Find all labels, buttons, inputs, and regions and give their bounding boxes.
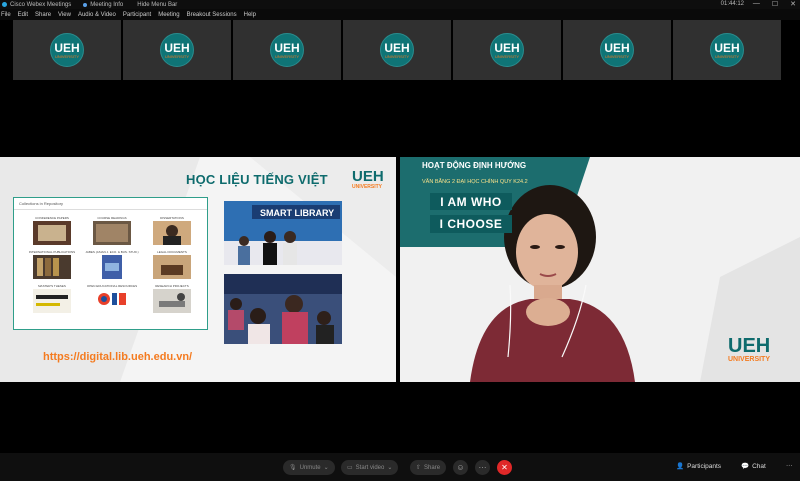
participant-tile[interactable]: UEH UNIVERSITY [453,20,561,80]
ueh-logo: UEH UNIVERSITY [352,168,384,190]
ueh-logo: UEH UNIVERSITY [728,335,771,363]
ueh-logo: UEH UNIVERSITY [710,33,744,67]
menu-edit[interactable]: Edit [18,12,28,18]
collection-item: COURSE READINGS [82,216,142,245]
end-call-icon: ✕ [501,463,508,472]
video-camera-icon: ▭ [347,465,353,471]
collection-item: RESEARCH PROJECTS [142,284,202,313]
maximize-icon[interactable]: ☐ [772,0,778,8]
smart-library-sign: SMART LIBRARY [260,208,334,218]
menu-bar: File Edit Share View Audio & Video Parti… [0,9,800,20]
participant-tile[interactable]: UEH UNIVERSITY [233,20,341,80]
unmute-button[interactable]: 🎙 Unmute ⌄ [283,460,335,475]
menu-meeting[interactable]: Meeting [158,12,179,18]
chat-button[interactable]: 💬 Chat [741,462,766,471]
library-url-link[interactable]: https://digital.lib.ueh.edu.vn/ [43,351,192,363]
ueh-logo: UEH UNIVERSITY [160,33,194,67]
more-icon: ··· [786,462,793,469]
collection-item: JABES (ASIAN J. ECO. & BUS. STUD.) [82,250,142,279]
meeting-info-button[interactable]: Meeting Info [83,2,123,8]
share-button[interactable]: ⇧ Share [410,460,447,475]
chat-icon: 💬 [741,463,750,470]
ueh-logo: UEH UNIVERSITY [50,33,84,67]
ueh-logo: UEH UNIVERSITY [380,33,414,67]
slide-title: HỌC LIỆU TIẾNG VIỆT [186,172,328,187]
close-icon[interactable]: ✕ [790,0,796,8]
minimize-icon[interactable]: — [753,0,760,8]
participant-strip: UEH UNIVERSITY UEH UNIVERSITY UEH UNIVERSIT… [13,20,783,80]
collection-item: LEGAL DOCUMENTS [142,250,202,279]
collection-item: DISSERTATIONS [142,216,202,245]
ueh-logo: UEH UNIVERSITY [270,33,304,67]
more-options-button[interactable]: ··· [475,460,490,475]
webex-logo-icon [2,2,7,7]
menu-view[interactable]: View [58,12,71,18]
reactions-button[interactable]: ☺ [453,460,468,475]
participants-icon: 👤 [676,463,685,470]
shared-content[interactable]: HỌC LIỆU TIẾNG VIỆT UEH UNIVERSITY Colle… [0,157,396,382]
banner-line-2: I CHOOSE [430,215,512,233]
collection-item: INTERNATIONAL PUBLICATIONS [22,250,82,279]
menu-audio-video[interactable]: Audio & Video [78,12,116,18]
meeting-timer: 01:44:12 [720,1,744,7]
end-meeting-button[interactable]: ✕ [497,460,512,475]
more-panels-button[interactable]: ··· [786,462,793,469]
menu-breakout-sessions[interactable]: Breakout Sessions [187,12,237,18]
title-bar: Cisco Webex Meetings Meeting Info Hide M… [0,0,800,9]
participant-tile[interactable]: UEH UNIVERSITY [13,20,121,80]
participant-tile[interactable]: UEH UNIVERSITY [563,20,671,80]
orientation-subheading: VĂN BẰNG 2 ĐẠI HỌC CHÍNH QUY K24.2 [422,179,528,185]
collection-item: MASTER'S THESES [22,284,82,313]
app-title: Cisco Webex Meetings [2,2,71,8]
collection-item: OPEN EDUCATIONAL RESOURCES (OERs) [82,284,142,313]
ueh-logo: UEH UNIVERSITY [490,33,524,67]
chevron-down-icon: ⌄ [387,465,393,471]
ueh-logo: UEH UNIVERSITY [600,33,634,67]
window-controls: — ☐ ✕ [753,0,796,8]
share-icon: ⇧ [416,465,422,471]
participant-tile[interactable]: UEH UNIVERSITY [343,20,451,80]
smiley-icon: ☺ [456,463,465,472]
menu-file[interactable]: File [1,12,11,18]
collection-item: CONFERENCE PAPERS [22,216,82,245]
hide-menu-bar-button[interactable]: Hide Menu Bar [137,2,177,8]
orientation-heading: HOẠT ĐỘNG ĐỊNH HƯỚNG [422,161,527,170]
repository-screenshot: Collections in Repository CONFERENCE PAP… [13,197,208,330]
chevron-down-icon: ⌄ [323,465,329,471]
menu-participant[interactable]: Participant [123,12,151,18]
library-photo: SMART LIBRARY [224,201,342,265]
shield-icon [83,2,88,7]
menu-share[interactable]: Share [35,12,51,18]
collection-grid: CONFERENCE PAPERS COURSE READINGS DISSER… [22,216,202,313]
microphone-muted-icon: 🎙 [289,465,297,471]
participants-button[interactable]: 👤 Participants [676,462,721,471]
more-icon: ··· [478,463,487,472]
participant-tile[interactable]: UEH UNIVERSITY [123,20,231,80]
students-photo [224,274,342,344]
speaker-video[interactable]: HOẠT ĐỘNG ĐỊNH HƯỚNG VĂN BẰNG 2 ĐẠI HỌC … [400,157,800,382]
start-video-button[interactable]: ▭ Start video ⌄ [341,460,399,475]
banner-line-1: I AM WHO [430,193,512,210]
menu-help[interactable]: Help [244,12,256,18]
meeting-controls: 🎙 Unmute ⌄ ▭ Start video ⌄ ⇧ Share ☺ ···… [0,453,800,481]
participant-tile[interactable]: UEH UNIVERSITY [673,20,781,80]
